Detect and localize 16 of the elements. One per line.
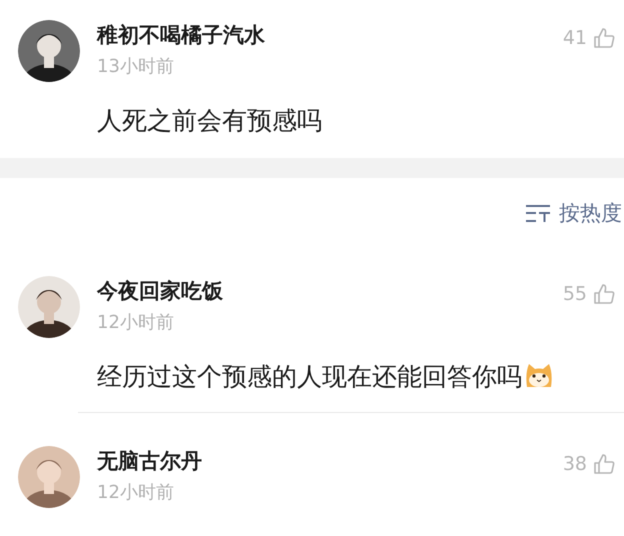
sort-icon xyxy=(525,203,551,223)
comment-text: 经历过这个预感的人现在还能回答你吗 xyxy=(97,362,522,391)
like-count: 41 xyxy=(562,26,587,51)
timestamp: 12小时前 xyxy=(97,311,175,335)
username[interactable]: 今夜回家吃饭 xyxy=(97,277,223,305)
username[interactable]: 稚初不喝橘子汽水 xyxy=(97,21,265,49)
like-count: 55 xyxy=(562,282,587,307)
thumbs-up-icon[interactable] xyxy=(593,27,615,50)
like-count: 38 xyxy=(562,452,587,477)
sort-button[interactable]: 按热度 xyxy=(525,199,622,227)
timestamp: 12小时前 xyxy=(97,481,175,505)
timestamp: 13小时前 xyxy=(97,55,175,79)
thumbs-up-icon[interactable] xyxy=(593,283,615,306)
comment-text: 人死之前会有预感吗 xyxy=(97,106,322,135)
username[interactable]: 无脑古尔丹 xyxy=(97,447,202,475)
thumbs-up-icon[interactable] xyxy=(593,453,615,476)
